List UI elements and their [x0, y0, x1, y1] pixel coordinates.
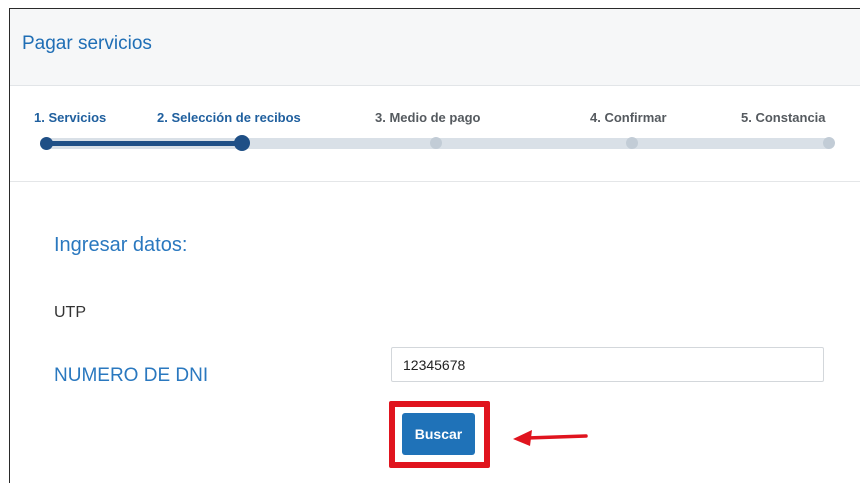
dni-label: NUMERO DE DNI: [54, 365, 209, 386]
progress-fill: [43, 141, 243, 146]
step-dot-5: [823, 137, 835, 149]
step-constancia: 5. Constancia: [741, 110, 826, 125]
page-header: Pagar servicios: [10, 9, 860, 86]
step-dot-3: [430, 137, 442, 149]
step-seleccion-recibos[interactable]: 2. Selección de recibos: [157, 110, 301, 125]
left-arrow-icon: [513, 430, 588, 446]
service-name: UTP: [54, 304, 86, 321]
dni-input[interactable]: [391, 347, 824, 382]
step-dot-1: [40, 137, 53, 150]
payment-panel: Pagar servicios 1. Servicios 2. Selecció…: [9, 8, 860, 483]
progress-stepper: 1. Servicios 2. Selección de recibos 3. …: [10, 86, 860, 182]
step-dot-4: [626, 137, 638, 149]
step-confirmar: 4. Confirmar: [590, 110, 667, 125]
step-dot-2: [234, 135, 250, 151]
step-medio-de-pago: 3. Medio de pago: [375, 110, 481, 125]
search-button[interactable]: Buscar: [402, 413, 475, 455]
section-title: Ingresar datos:: [54, 234, 188, 256]
page-title: Pagar servicios: [22, 33, 152, 54]
step-servicios[interactable]: 1. Servicios: [34, 110, 106, 125]
